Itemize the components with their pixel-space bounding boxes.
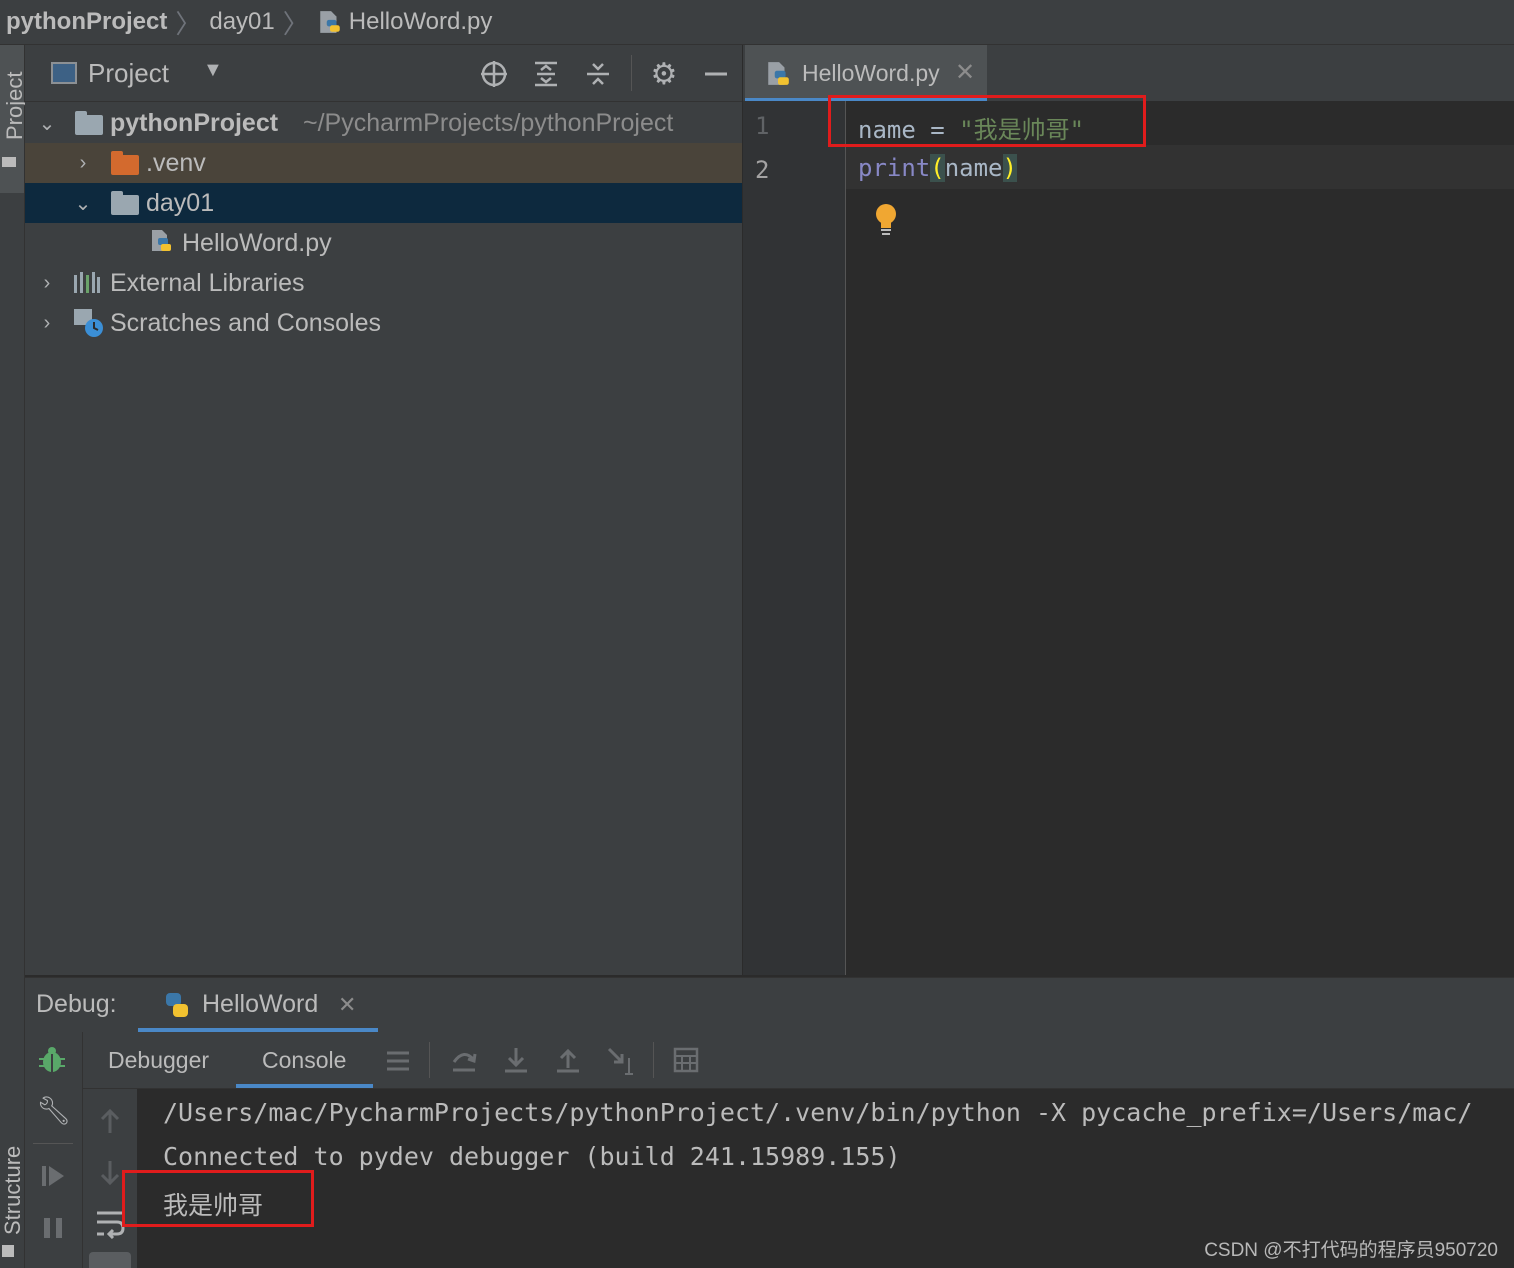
chevron-right-icon[interactable]: › (73, 152, 93, 174)
project-stripe-button[interactable]: Project (0, 45, 27, 193)
tree-item-day01[interactable]: ⌄ day01 (25, 183, 742, 223)
tree-item-label: .venv (146, 148, 206, 177)
python-icon (166, 993, 188, 1017)
highlight-box-output (122, 1170, 314, 1227)
tree-item-helloword[interactable]: HelloWord.py (25, 223, 742, 263)
run-to-cursor-icon[interactable] (606, 1046, 636, 1076)
tree-root-path: ~/PycharmProjects/pythonProject (303, 108, 674, 137)
expand-all-icon[interactable] (531, 59, 561, 89)
code-paren: ) (1002, 154, 1017, 182)
folder-icon (2, 157, 16, 167)
step-into-icon[interactable] (502, 1046, 530, 1074)
python-file-icon (768, 62, 789, 85)
toolbar-divider (631, 55, 632, 91)
step-out-icon[interactable] (554, 1046, 582, 1074)
tree-item-project-root[interactable]: ⌄ pythonProject ~/PycharmProjects/python… (25, 103, 742, 143)
scratches-icon (74, 309, 103, 337)
menu-lines-icon[interactable] (385, 1048, 411, 1074)
close-icon[interactable]: ✕ (955, 58, 975, 87)
soft-wrap-icon[interactable] (95, 1207, 125, 1239)
console-line: /Users/mac/PycharmProjects/pythonProject… (163, 1098, 1473, 1127)
toolbar-divider (33, 1143, 73, 1144)
chevron-down-icon[interactable]: ▼ (203, 59, 223, 82)
tree-item-label: day01 (146, 188, 215, 217)
bug-icon[interactable] (37, 1045, 67, 1075)
folder-icon (75, 111, 103, 135)
step-over-icon[interactable] (450, 1046, 478, 1074)
tree-item-external-libraries[interactable]: › External Libraries (25, 263, 742, 303)
tree-item-label: HelloWord.py (182, 228, 332, 257)
chevron-right-icon[interactable]: › (37, 272, 57, 294)
lightbulb-icon[interactable] (873, 202, 899, 236)
code-editor[interactable]: 1 2 name = "我是帅哥" print(name) (743, 101, 1514, 975)
folder-icon (111, 191, 139, 215)
structure-stripe-button[interactable]: Structure (0, 1125, 25, 1268)
chevron-down-icon[interactable]: ⌄ (73, 193, 93, 215)
pause-icon[interactable] (39, 1214, 67, 1242)
line-number: 1 (755, 112, 770, 140)
folder-icon (111, 151, 139, 175)
project-view-icon (51, 62, 77, 84)
tab-console[interactable]: Console (236, 1032, 373, 1088)
tree-item-label: External Libraries (110, 268, 305, 297)
left-tool-stripe: Project Structure (0, 45, 27, 1268)
tree-root-name: pythonProject (110, 108, 279, 137)
structure-stripe-label: Structure (0, 1145, 25, 1235)
tree-item-scratches[interactable]: › Scratches and Consoles (25, 303, 742, 343)
arrow-down-icon[interactable] (97, 1159, 123, 1187)
project-panel-header: Project ▼ ⚙ (25, 45, 742, 102)
python-file-icon (152, 230, 171, 251)
tree-item-label: Scratches and Consoles (110, 308, 381, 337)
python-file-icon (320, 11, 340, 33)
close-icon[interactable]: ✕ (338, 992, 356, 1018)
breadcrumb-separator: 〉 (282, 8, 309, 39)
structure-icon (2, 1245, 14, 1257)
breadcrumb-project[interactable]: pythonProject (6, 8, 167, 36)
code-paren: ( (930, 154, 945, 182)
collapse-all-icon[interactable] (583, 59, 613, 89)
breadcrumb-folder[interactable]: day01 (209, 8, 274, 36)
debug-tab-label: HelloWord (202, 990, 319, 1018)
gear-icon[interactable]: ⚙ (649, 58, 679, 91)
code-identifier: name (944, 154, 1003, 182)
watermark: CSDN @不打代码的程序员950720 (1204, 1240, 1498, 1261)
editor-tab-label: HelloWord.py (802, 60, 940, 86)
editor-tab-helloword[interactable]: HelloWord.py ✕ (745, 45, 987, 101)
debug-subtab-bar: Debugger Console (83, 1032, 1514, 1089)
toolbar-divider (653, 1042, 654, 1078)
line-number: 2 (755, 156, 770, 184)
code-line-2: print(name) (858, 154, 1017, 182)
code-builtin: print (858, 154, 931, 182)
evaluate-icon[interactable] (673, 1047, 699, 1073)
scroll-to-end-icon[interactable] (89, 1252, 131, 1268)
breadcrumb: pythonProject 〉 day01 〉 HelloWord.py (0, 0, 1514, 45)
breadcrumb-file[interactable]: HelloWord.py (349, 8, 493, 36)
wrench-icon[interactable]: 🔧︎ (36, 1094, 72, 1127)
highlight-box-code (828, 95, 1146, 147)
minimize-icon[interactable] (701, 59, 731, 89)
breadcrumb-separator: 〉 (175, 8, 202, 39)
tree-item-venv[interactable]: › .venv (25, 143, 742, 183)
tab-debugger[interactable]: Debugger (108, 1047, 209, 1074)
chevron-right-icon[interactable]: › (37, 312, 57, 334)
debug-tool-window-header: Debug: HelloWord ✕ (25, 977, 1514, 1033)
resume-icon[interactable] (39, 1162, 67, 1190)
chevron-down-icon[interactable]: ⌄ (37, 113, 57, 135)
debug-label: Debug: (36, 990, 117, 1018)
project-panel: Project ▼ ⚙ ⌄ pythonProject ~/PycharmPro… (25, 45, 742, 975)
tab-console-label: Console (262, 1047, 347, 1073)
project-panel-title[interactable]: Project (88, 58, 169, 89)
console-output[interactable]: /Users/mac/PycharmProjects/pythonProject… (138, 1089, 1514, 1268)
editor-tab-bar: HelloWord.py ✕ (743, 45, 1514, 102)
debug-side-toolbar: 🔧︎ (25, 1032, 83, 1268)
toolbar-divider (429, 1042, 430, 1078)
locate-icon[interactable] (479, 59, 509, 89)
console-line: Connected to pydev debugger (build 241.1… (163, 1142, 901, 1171)
debug-tab-helloword[interactable]: HelloWord ✕ (138, 978, 378, 1032)
arrow-up-icon[interactable] (97, 1107, 123, 1135)
line-number-gutter: 1 2 (743, 101, 846, 975)
library-icon (74, 272, 100, 293)
